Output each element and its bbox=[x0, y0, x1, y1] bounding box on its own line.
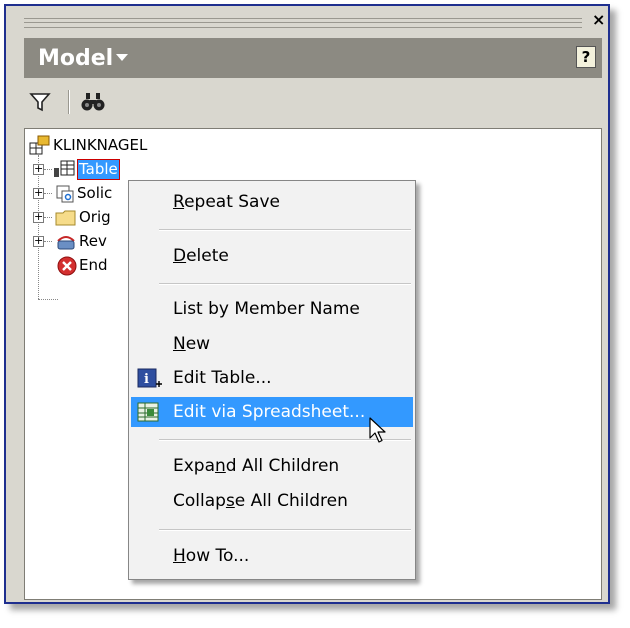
context-menu: Repeat Save Delete List by Member Name N… bbox=[128, 180, 416, 580]
panel-title-bar[interactable]: Model ? bbox=[24, 38, 602, 78]
tree-node-label: Rev bbox=[79, 232, 107, 250]
menu-item-delete[interactable]: Delete bbox=[131, 241, 413, 271]
panel-title[interactable]: Model bbox=[38, 46, 113, 71]
expand-icon[interactable]: + bbox=[33, 235, 44, 247]
mouse-pointer-icon bbox=[368, 416, 390, 448]
menu-separator bbox=[159, 229, 411, 231]
tree-node-label: End bbox=[79, 256, 108, 274]
close-icon[interactable]: × bbox=[592, 10, 605, 29]
tree-node-origin[interactable]: + Orig bbox=[29, 205, 139, 229]
toolbar-divider bbox=[68, 90, 70, 114]
tree-node-end-of-part[interactable]: End bbox=[29, 253, 139, 277]
expand-icon[interactable]: + bbox=[33, 163, 44, 175]
svg-text:i: i bbox=[144, 372, 149, 387]
tree-connector bbox=[44, 169, 52, 170]
end-of-part-icon bbox=[57, 256, 77, 283]
menu-separator bbox=[159, 283, 411, 285]
menu-item-repeat-save[interactable]: Repeat Save bbox=[131, 187, 413, 217]
expand-icon[interactable]: + bbox=[33, 187, 44, 199]
menu-item-list-by-member-name[interactable]: List by Member Name bbox=[131, 294, 413, 324]
edit-table-icon: i bbox=[137, 368, 163, 400]
tree-node-label: Table bbox=[77, 159, 120, 180]
expand-icon[interactable]: + bbox=[33, 211, 44, 223]
help-button[interactable]: ? bbox=[576, 46, 596, 68]
tree-node-revolve[interactable]: + Rev bbox=[29, 229, 139, 253]
binoculars-icon[interactable] bbox=[80, 90, 106, 118]
menu-item-collapse-all-children[interactable]: Collapse All Children bbox=[131, 486, 413, 516]
tree-connector bbox=[44, 193, 52, 194]
menu-item-new[interactable]: New bbox=[131, 329, 413, 359]
menu-item-edit-table[interactable]: i Edit Table... bbox=[131, 363, 413, 393]
tree-node-table[interactable]: + Table bbox=[29, 157, 229, 181]
chevron-down-icon[interactable] bbox=[116, 54, 128, 61]
panel-drag-grip[interactable] bbox=[24, 18, 582, 28]
menu-separator bbox=[159, 529, 411, 531]
tree-node-label: Solic bbox=[77, 184, 113, 202]
tree-node-label: Orig bbox=[79, 208, 111, 226]
tree-connector bbox=[44, 217, 52, 218]
menu-item-how-to[interactable]: How To... bbox=[131, 541, 413, 571]
tree-node-label: KLINKNAGEL bbox=[53, 136, 148, 154]
browser-toolbar bbox=[24, 84, 602, 120]
spreadsheet-icon bbox=[137, 402, 161, 434]
tree-connector bbox=[38, 299, 58, 300]
tree-connector bbox=[44, 241, 52, 242]
menu-item-expand-all-children[interactable]: Expand All Children bbox=[131, 451, 413, 481]
filter-icon[interactable] bbox=[28, 90, 52, 118]
tree-node-solid-bodies[interactable]: + Solic bbox=[29, 181, 139, 205]
